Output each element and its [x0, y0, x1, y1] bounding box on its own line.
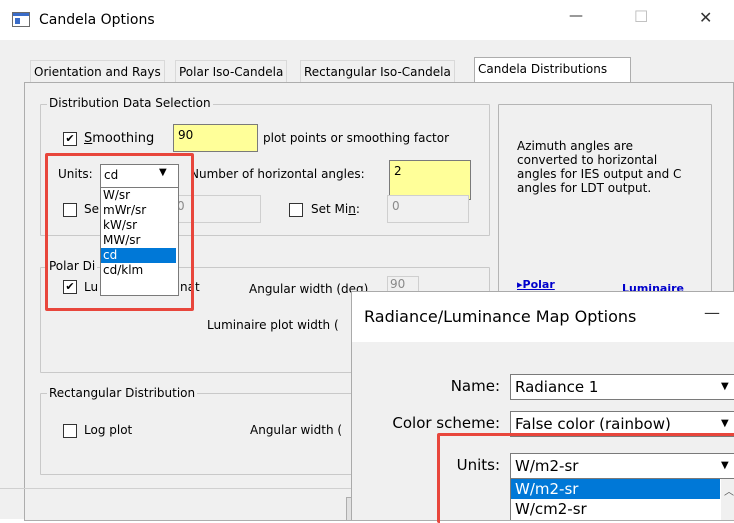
tab-rectangular-iso-candela[interactable]: Rectangular Iso-Candela — [300, 60, 455, 83]
chevron-down-icon: ▼ — [721, 381, 729, 392]
polar-link[interactable]: ▸Polar — [517, 278, 555, 291]
log-plot-label: Log plot — [84, 423, 133, 437]
maximize-button[interactable]: ☐ — [634, 7, 648, 26]
set-min-input[interactable]: 0 — [387, 195, 469, 223]
radiance-window-title: Radiance/Luminance Map Options — [364, 307, 637, 326]
radiance-title-bar: Radiance/Luminance Map Options — — [352, 292, 734, 342]
title-bar: Candela Options — ☐ ✕ — [0, 0, 734, 40]
smoothing-input[interactable]: 90 — [173, 124, 258, 152]
tab-orientation-and-rays[interactable]: Orientation and Rays — [30, 60, 165, 83]
color-scheme-value: False color (rainbow) — [515, 415, 671, 433]
set-min-label: Set Min: — [311, 202, 360, 216]
radiance-name-input[interactable]: Radiance 1 ▼ — [510, 374, 734, 400]
info-text: Azimuth angles are converted to horizont… — [517, 139, 682, 195]
close-button[interactable]: ✕ — [699, 8, 712, 27]
tab-polar-iso-candela[interactable]: Polar Iso-Candela — [175, 60, 288, 83]
num-horizontal-value: 2 — [394, 164, 402, 178]
smoothing-suffix: plot points or smoothing factor — [263, 131, 450, 145]
smoothing-checkbox[interactable]: ✔ — [63, 132, 77, 146]
window-title: Candela Options — [39, 12, 155, 28]
bottom-divider — [0, 488, 352, 489]
set-min-value: 0 — [392, 199, 400, 213]
log-plot-checkbox[interactable] — [63, 424, 77, 438]
polar-link-label: Polar — [522, 278, 555, 291]
distribution-data-legend: Distribution Data Selection — [47, 96, 213, 110]
rectangular-legend: Rectangular Distribution — [47, 386, 198, 400]
luminaire-plot-width-label: Luminaire plot width ( — [207, 318, 339, 332]
radiance-luminance-window: Radiance/Luminance Map Options — Name: R… — [351, 291, 734, 523]
highlight-units-box — [45, 153, 194, 311]
highlight-radiance-units — [437, 433, 734, 523]
smoothing-value: 90 — [178, 128, 194, 142]
rect-angular-width-label: Angular width ( — [250, 423, 343, 437]
app-icon — [12, 12, 30, 27]
polar-angular-width-value: 90 — [390, 277, 406, 291]
radiance-minimize-button[interactable]: — — [704, 303, 720, 322]
set-min-checkbox[interactable] — [289, 203, 303, 217]
minimize-button[interactable]: — — [569, 8, 583, 24]
radiance-name-label: Name: — [450, 377, 500, 395]
num-horizontal-input[interactable]: 2 — [389, 160, 471, 200]
radiance-name-value: Radiance 1 — [515, 378, 599, 396]
color-scheme-label: Color scheme: — [392, 414, 500, 432]
tab-candela-distributions[interactable]: Candela Distributions — [474, 57, 631, 84]
smoothing-label: Smoothing — [84, 131, 155, 146]
num-horizontal-label: Number of horizontal angles: — [190, 167, 365, 181]
